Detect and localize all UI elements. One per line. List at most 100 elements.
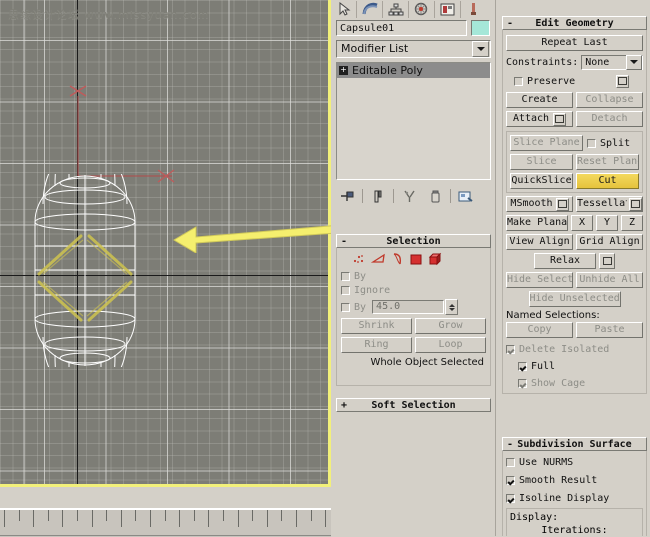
paste-button[interactable]: Paste [576, 322, 643, 338]
trackbar-slider-area[interactable] [0, 487, 331, 509]
delete-isolated-checkbox[interactable]: Delete Isolated [506, 342, 643, 356]
selection-checkbox-ignore-backfacing[interactable]: Ignore [341, 283, 486, 297]
preserve-uvs-checkbox[interactable]: Preserve [514, 74, 575, 88]
subdivision-surface-rollout-header[interactable]: - Subdivision Surface [502, 437, 647, 451]
selection-checkbox-by-vertex[interactable]: By [341, 269, 486, 283]
soft-selection-rollout-header[interactable]: + Soft Selection [336, 398, 491, 412]
make-planar-z-button[interactable]: Z [621, 215, 643, 231]
collapse-button[interactable]: Collapse [576, 92, 643, 108]
remove-modifier-icon[interactable] [422, 187, 448, 205]
create-button[interactable]: Create [506, 92, 573, 108]
hide-unselected-button[interactable]: Hide Unselected [528, 291, 621, 307]
slice-button[interactable]: Slice [510, 154, 573, 170]
grid-align-button[interactable]: Grid Align [576, 234, 643, 250]
make-planar-button[interactable]: Make Planar [506, 215, 568, 231]
preserve-settings-button[interactable] [616, 74, 629, 88]
view-align-button[interactable]: View Align [506, 234, 573, 250]
by-angle-row: By 45.0 [341, 299, 486, 315]
detach-button[interactable]: Detach [576, 111, 643, 127]
expand-plus-icon[interactable]: + [339, 66, 348, 75]
by-angle-spinner[interactable] [445, 299, 459, 315]
ruler-tick [325, 510, 327, 527]
selection-rollout-header[interactable]: - Selection [336, 234, 491, 248]
object-color-swatch[interactable] [471, 20, 490, 36]
mirror-button[interactable] [461, 1, 486, 18]
checkbox-box[interactable] [514, 76, 523, 86]
make-unique-icon[interactable] [396, 187, 422, 205]
checkbox-box[interactable] [341, 285, 350, 295]
checkbox-box[interactable] [506, 344, 515, 354]
attach-settings-button[interactable] [553, 112, 567, 126]
slice-plane-button[interactable]: Slice Plane [510, 135, 583, 151]
quickslice-cut-row: QuickSlice Cut [510, 173, 639, 189]
edit-geometry-rollout-header[interactable]: - Edit Geometry [502, 16, 647, 30]
relax-button[interactable]: Relax [534, 253, 596, 269]
make-planar-x-button[interactable]: X [571, 215, 593, 231]
capsule-wireframe-object[interactable] [33, 174, 137, 367]
viewport-front[interactable]: 思缘设计论坛 www.missyuan.com [0, 0, 331, 487]
trackbar[interactable] [0, 487, 331, 537]
shrink-button[interactable]: Shrink [341, 318, 412, 334]
hide-selected-button[interactable]: Hide Selected [506, 272, 573, 288]
unhide-all-button[interactable]: Unhide All [576, 272, 643, 288]
checkbox-box[interactable] [518, 361, 527, 371]
checkbox-box[interactable] [506, 457, 515, 467]
select-and-rotate-button[interactable] [409, 0, 435, 18]
element-icon[interactable] [428, 252, 444, 269]
full-checkbox[interactable]: Full [506, 359, 643, 373]
command-panel: Modifier List + Editable Poly [331, 0, 495, 536]
grow-button[interactable]: Grow [415, 318, 486, 334]
object-name-input[interactable] [336, 20, 467, 36]
edge-icon[interactable] [370, 252, 386, 269]
checkbox-box[interactable] [518, 378, 527, 388]
pin-stack-icon[interactable] [334, 187, 360, 205]
make-planar-y-button[interactable]: Y [596, 215, 618, 231]
split-checkbox[interactable]: Split [587, 136, 639, 150]
timeline-ruler[interactable] [0, 509, 331, 537]
use-nurms-checkbox[interactable]: Use NURMS [506, 455, 643, 469]
chevron-down-icon[interactable] [626, 54, 642, 70]
constraints-dropdown[interactable]: None [581, 54, 643, 70]
modifier-stack-list[interactable]: + Editable Poly [336, 62, 491, 180]
selection-checkbox-by-angle[interactable]: By [341, 300, 366, 314]
checkbox-label: Ignore [354, 284, 391, 296]
smooth-result-checkbox[interactable]: Smooth Result [506, 473, 643, 487]
ruler-tick [47, 510, 49, 521]
isoline-display-checkbox[interactable]: Isoline Display [506, 491, 643, 505]
attach-button[interactable]: Attach [506, 111, 573, 127]
smooth-result-label: Smooth Result [519, 474, 598, 486]
relax-settings-button[interactable] [599, 253, 615, 269]
split-label: Split [600, 137, 631, 149]
checkbox-box[interactable] [506, 475, 515, 485]
checkbox-box[interactable] [341, 302, 350, 312]
polygon-icon[interactable] [409, 252, 423, 269]
named-selection-sets-button[interactable] [435, 0, 461, 18]
checkbox-box[interactable] [506, 493, 515, 503]
configure-modifier-sets-icon[interactable] [453, 187, 479, 205]
tessellate-settings-button[interactable] [629, 197, 642, 211]
quickslice-button[interactable]: QuickSlice [510, 173, 573, 189]
reset-plane-button[interactable]: Reset Plane [576, 154, 639, 170]
repeat-last-button[interactable]: Repeat Last [506, 35, 643, 51]
select-object-button[interactable] [331, 0, 357, 18]
copy-button[interactable]: Copy [506, 322, 573, 338]
checkbox-box[interactable] [341, 271, 350, 281]
ring-button[interactable]: Ring [341, 337, 412, 353]
bind-to-space-warp-button[interactable] [383, 0, 409, 18]
modifier-list-dropdown[interactable]: Modifier List [336, 40, 491, 58]
msmooth-settings-button[interactable] [555, 197, 569, 211]
chevron-down-icon[interactable] [472, 41, 489, 57]
show-cage-checkbox[interactable]: Show Cage [506, 376, 643, 390]
cut-button[interactable]: Cut [576, 173, 639, 189]
stack-item-editable-poly[interactable]: + Editable Poly [337, 63, 490, 78]
border-icon[interactable] [391, 252, 404, 269]
by-angle-input[interactable]: 45.0 [372, 300, 445, 314]
shrink-grow-row: Shrink Grow [341, 318, 486, 334]
vertex-icon[interactable] [351, 252, 366, 269]
tessellate-button[interactable]: Tessellate [576, 196, 643, 212]
show-end-result-icon[interactable] [365, 187, 391, 205]
checkbox-box[interactable] [587, 138, 596, 148]
select-and-link-button[interactable] [357, 0, 383, 18]
loop-button[interactable]: Loop [415, 337, 486, 353]
msmooth-button[interactable]: MSmooth [506, 196, 573, 212]
